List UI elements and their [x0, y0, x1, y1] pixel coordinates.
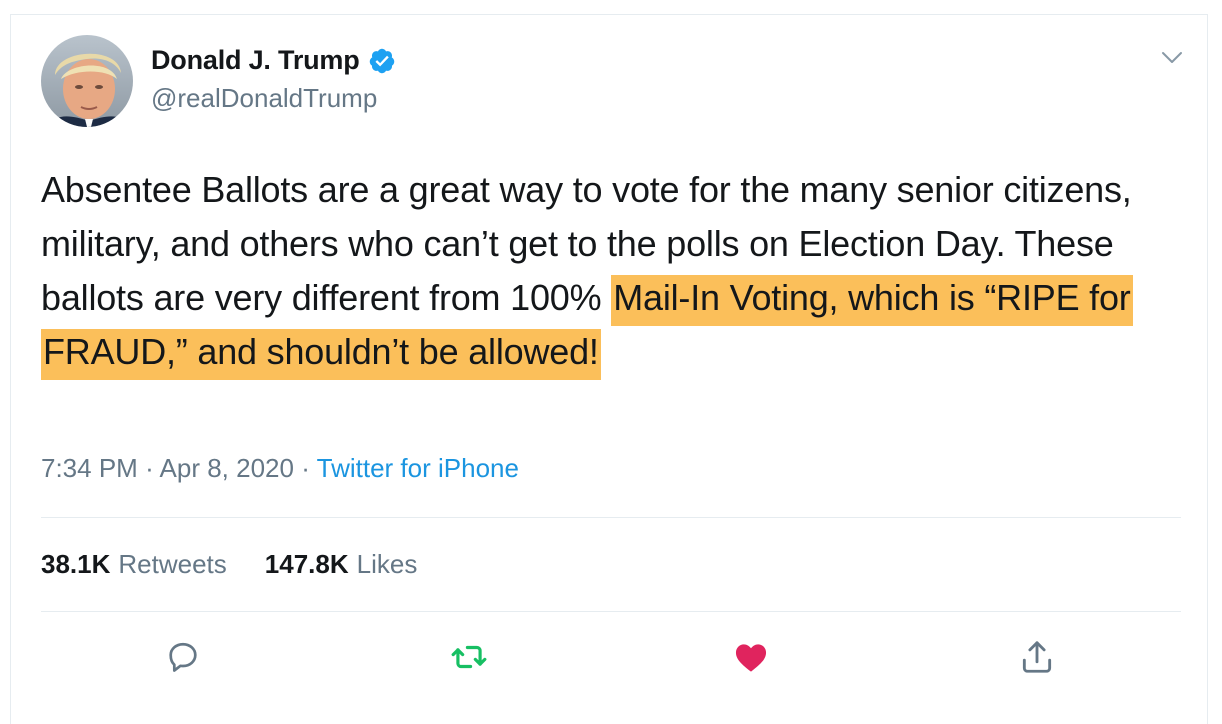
likes-count: 147.8K: [264, 549, 349, 579]
avatar[interactable]: [41, 35, 133, 127]
tweet-time[interactable]: 7:34 PM: [41, 453, 138, 483]
tweet-text: Absentee Ballots are a great way to vote…: [41, 163, 1181, 380]
meta-separator: ·: [301, 453, 310, 483]
retweet-button[interactable]: [447, 635, 491, 679]
divider: [41, 517, 1181, 518]
author-name[interactable]: Donald J. Trump: [151, 45, 360, 76]
tweet-date[interactable]: Apr 8, 2020: [160, 453, 294, 483]
reply-icon: [169, 642, 197, 672]
chevron-down-icon[interactable]: [1159, 45, 1185, 71]
reply-button[interactable]: [161, 635, 205, 679]
share-button[interactable]: [1015, 635, 1059, 679]
retweets-stat[interactable]: 38.1K Retweets: [41, 549, 227, 580]
divider: [41, 611, 1181, 612]
tweet-actions: [11, 635, 1209, 685]
tweet-metadata: 7:34 PM · Apr 8, 2020 · Twitter for iPho…: [41, 453, 519, 484]
meta-separator: ·: [145, 453, 154, 483]
retweets-count: 38.1K: [41, 549, 111, 579]
share-icon: [1022, 641, 1052, 673]
retweet-icon: [451, 645, 487, 669]
tweet-card: Donald J. Trump @realDonaldTrump Absente…: [10, 14, 1208, 724]
retweets-label: Retweets: [118, 549, 227, 579]
likes-stat[interactable]: 147.8K Likes: [265, 549, 418, 580]
profile-photo: [41, 35, 133, 127]
heart-icon: [735, 644, 767, 672]
tweet-stats: 38.1K Retweets 147.8K Likes: [41, 549, 417, 580]
likes-label: Likes: [356, 549, 418, 579]
author-name-row[interactable]: Donald J. Trump: [151, 45, 396, 76]
author-handle[interactable]: @realDonaldTrump: [151, 83, 377, 114]
verified-badge-icon: [368, 47, 396, 75]
tweet-source-link[interactable]: Twitter for iPhone: [317, 453, 519, 483]
like-button[interactable]: [729, 635, 773, 679]
